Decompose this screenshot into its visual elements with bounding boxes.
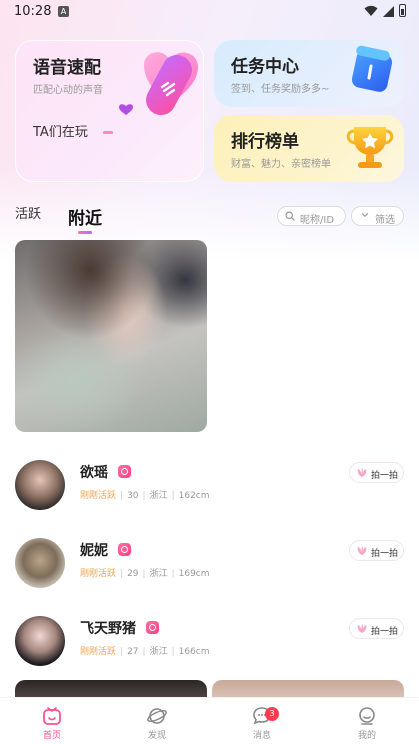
user-row[interactable]: 飞天野猪 刚刚活跃 | 27 | 浙江 | 166cm 拍一拍 [0,616,419,676]
user-height: 166cm [178,647,210,657]
voice-match-title: 语音速配 [33,58,101,78]
featured-user-photo[interactable] [15,240,207,432]
pat-label: 拍一拍 [371,549,399,559]
tagline-decoration [103,131,113,134]
flower-icon [357,624,367,633]
flower-icon [357,468,367,477]
filter-label: 筛选 [375,215,395,226]
nav-messages-label: 消息 [252,731,271,741]
vip-badge-icon [146,621,159,634]
tab-indicator [78,231,92,234]
nav-profile[interactable]: 我的 [337,698,397,744]
pat-button[interactable]: 拍一拍 [349,618,404,639]
status-bar: 10:28 A [0,0,419,24]
nav-home-label: 首页 [42,731,61,741]
user-active-status: 刚刚活跃 [80,569,117,579]
vip-badge-icon [118,465,131,478]
wifi-icon [364,5,378,16]
user-meta: 刚刚活跃 | 27 | 浙江 | 166cm [80,647,210,657]
search-input[interactable]: 昵称/ID [277,206,346,226]
voice-match-subtitle: 匹配心动的声音 [33,85,103,96]
user-age: 27 [127,647,139,657]
leaderboard-title: 排行榜单 [231,132,299,152]
pat-button[interactable]: 拍一拍 [349,462,404,483]
user-name: 飞天野猪 [80,621,136,637]
leaderboard-card[interactable]: 排行榜单 财富、魅力、亲密榜单 [214,115,404,182]
chevron-down-icon [361,213,369,218]
nav-profile-label: 我的 [357,731,376,741]
user-height: 169cm [178,569,210,579]
filter-button[interactable]: 筛选 [351,206,404,226]
user-location: 浙江 [149,491,168,501]
avatar[interactable] [15,616,65,666]
avatar[interactable] [15,538,65,588]
notification-icon: A [58,6,69,17]
user-location: 浙江 [149,569,168,579]
pat-label: 拍一拍 [371,627,399,637]
pat-label: 拍一拍 [371,471,399,481]
tab-nearby[interactable]: 附近 [68,204,102,229]
tab-active[interactable]: 活跃 [15,203,41,222]
user-age: 30 [127,491,139,501]
user-location: 浙江 [149,647,168,657]
signal-icon [383,6,394,17]
user-age: 29 [127,569,139,579]
pat-button[interactable]: 拍一拍 [349,540,404,561]
avatar[interactable] [15,460,65,510]
task-center-card[interactable]: 任务中心 签到、任务奖励多多~ [214,40,404,107]
small-heart-icon [119,104,133,115]
nav-discover-label: 发现 [147,731,166,741]
bottom-nav: 首页 发现 消息 我的 [0,697,419,744]
planet-icon [147,708,167,724]
user-name: 欲瑶 [80,465,108,481]
profile-icon [359,707,375,725]
user-row[interactable]: 妮妮 刚刚活跃 | 29 | 浙江 | 169cm 拍一拍 [0,538,419,598]
trophy-icon [346,127,394,168]
message-count-badge: 3 [265,707,279,721]
user-active-status: 刚刚活跃 [80,491,117,501]
home-icon [43,707,61,725]
user-height: 162cm [178,491,210,501]
user-meta: 刚刚活跃 | 30 | 浙江 | 162cm [80,491,210,501]
user-active-status: 刚刚活跃 [80,647,117,657]
leaderboard-subtitle: 财富、魅力、亲密榜单 [231,159,331,170]
voice-match-tagline: TA们在玩 [33,125,88,140]
task-center-title: 任务中心 [231,57,299,77]
user-row[interactable]: 欲瑶 刚刚活跃 | 30 | 浙江 | 162cm 拍一拍 [0,460,419,520]
vip-badge-icon [118,543,131,556]
nav-messages[interactable]: 消息 [232,698,292,744]
battery-icon [399,4,406,17]
task-box-icon [351,45,393,92]
user-name: 妮妮 [80,543,108,559]
nav-discover[interactable]: 发现 [127,698,187,744]
task-center-subtitle: 签到、任务奖励多多~ [231,84,330,95]
search-placeholder: 昵称/ID [300,215,335,226]
status-time: 10:28 [14,4,52,19]
nav-home[interactable]: 首页 [22,698,82,744]
heart-voice-icon [144,52,198,116]
voice-match-card[interactable]: 语音速配 匹配心动的声音 TA们在玩 [15,40,204,182]
flower-icon [357,546,367,555]
user-meta: 刚刚活跃 | 29 | 浙江 | 169cm [80,569,210,579]
photo-detail [25,240,155,340]
search-icon [285,211,295,221]
